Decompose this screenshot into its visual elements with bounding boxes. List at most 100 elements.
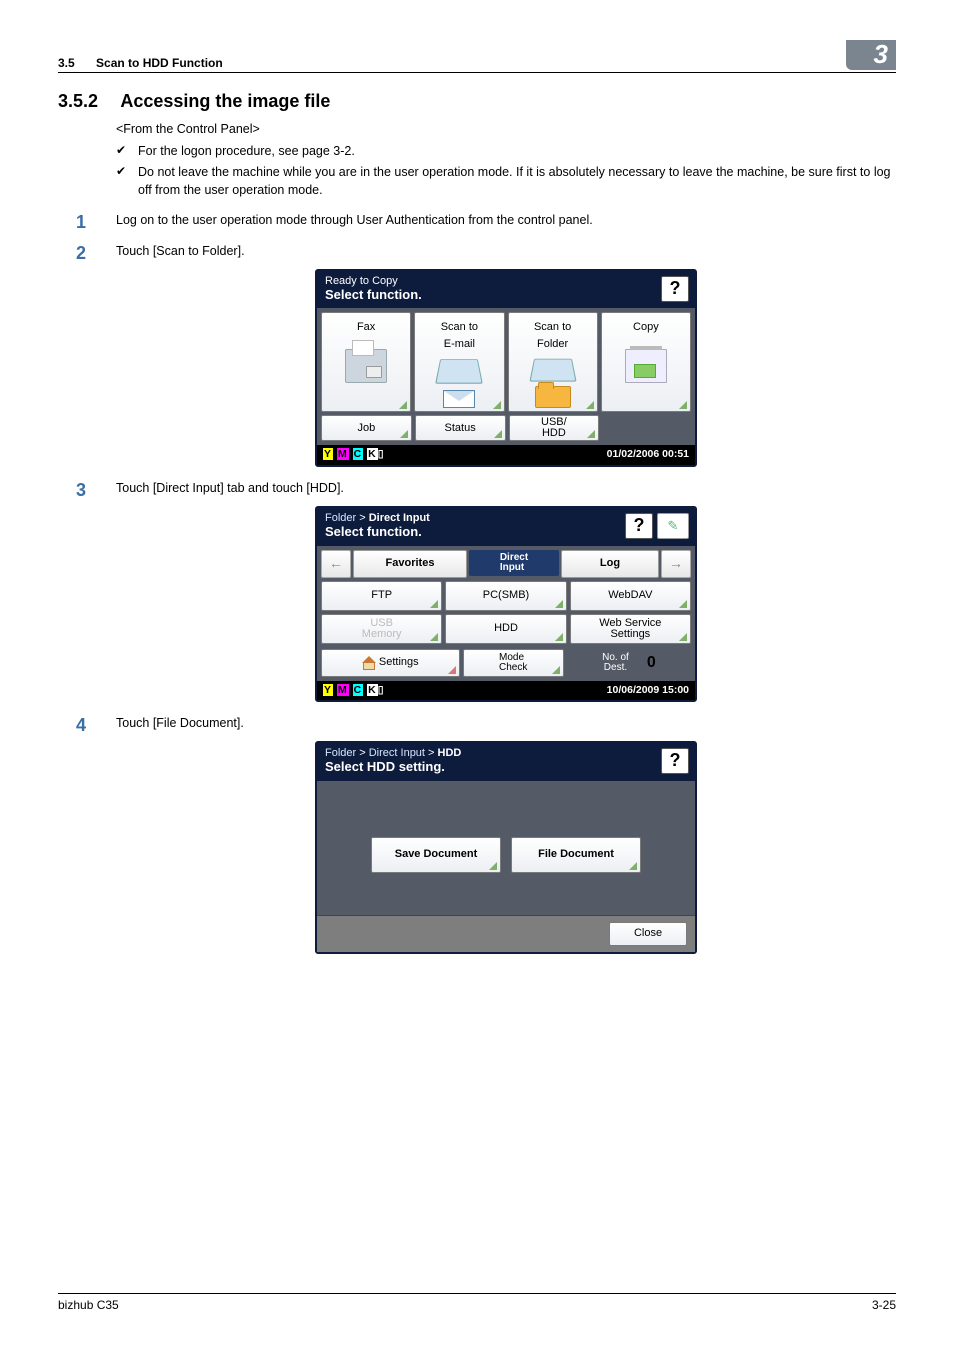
dest-counter: No. of Dest. 0 [567, 649, 691, 677]
log-tab[interactable]: Log [561, 550, 659, 578]
scan-to-email-button[interactable]: Scan to E-mail [414, 312, 504, 412]
close-bar: Close [317, 915, 695, 952]
home-icon [362, 656, 376, 670]
tab-bar: ← Favorites Direct Input Log → [321, 550, 691, 578]
button-label: FTP [371, 587, 392, 604]
counter-label: No. of Dest. [602, 653, 629, 673]
file-document-button[interactable]: File Document [511, 837, 641, 873]
section-label: 3.5 Scan to HDD Function [58, 56, 223, 70]
button-label: File Document [538, 846, 614, 863]
copy-button[interactable]: Copy [601, 312, 691, 412]
step-text: Touch [Scan to Folder]. [116, 244, 245, 258]
usb-memory-button[interactable]: USB Memory [321, 614, 442, 644]
prev-arrow-button[interactable]: ← [321, 550, 351, 578]
procedure-steps: 1 Log on to the user operation mode thro… [58, 211, 896, 953]
panel-header: Folder > Direct Input Select function. ?… [317, 508, 695, 546]
tab-label: Direct Input [500, 553, 528, 573]
button-label: Scan to Folder [534, 319, 571, 352]
prompt-line: Select function. [325, 288, 657, 303]
button-label: USB Memory [362, 618, 402, 640]
breadcrumb: Folder > Direct Input [325, 512, 621, 525]
scan-to-folder-button[interactable]: Scan to Folder [508, 312, 598, 412]
status-line: Ready to Copy [325, 275, 657, 288]
web-service-settings-button[interactable]: Web Service Settings [570, 614, 691, 644]
settings-button[interactable]: Settings [321, 649, 460, 677]
status-button[interactable]: Status [415, 415, 506, 441]
folder-icon [535, 386, 571, 408]
job-button[interactable]: Job [321, 415, 412, 441]
fax-button[interactable]: Fax [321, 312, 411, 412]
step-3: 3 Touch [Direct Input] tab and touch [HD… [58, 479, 896, 702]
close-button[interactable]: Close [609, 922, 687, 946]
button-label: Status [445, 420, 476, 437]
button-label: Settings [379, 654, 419, 671]
mode-check-button[interactable]: Mode Check [463, 649, 564, 677]
checklist: For the logon procedure, see page 3-2. D… [116, 142, 896, 199]
checklist-item: For the logon procedure, see page 3-2. [116, 142, 896, 160]
step-text: Touch [File Document]. [116, 716, 244, 730]
step-text: Log on to the user operation mode throug… [116, 213, 593, 227]
scanner-icon [436, 360, 483, 384]
section-title: Scan to HDD Function [96, 56, 223, 70]
save-document-button[interactable]: Save Document [371, 837, 501, 873]
usb-hdd-button[interactable]: USB/ HDD [509, 415, 600, 441]
section-number: 3.5 [58, 56, 75, 70]
context-subtitle: <From the Control Panel> [116, 122, 896, 136]
datetime: 10/06/2009 15:00 [607, 683, 689, 699]
button-label: Close [634, 925, 662, 942]
button-label: USB/ HDD [541, 417, 567, 439]
panel-header: Ready to Copy Select function. ? [317, 271, 695, 309]
panel-footer: Y M C K▯ 01/02/2006 00:51 [317, 445, 695, 465]
button-label: Job [358, 420, 376, 437]
step-number: 1 [76, 209, 86, 236]
options-icon[interactable]: ✎ [657, 513, 689, 539]
step-number: 2 [76, 240, 86, 267]
subsection-number: 3.5.2 [58, 91, 116, 112]
direct-input-tab[interactable]: Direct Input [469, 550, 559, 576]
button-label: PC(SMB) [483, 587, 529, 604]
scanner-icon [529, 359, 576, 382]
breadcrumb: Folder > Direct Input > HDD [325, 747, 657, 760]
webdav-button[interactable]: WebDAV [570, 581, 691, 611]
page-header: 3.5 Scan to HDD Function 3 [58, 40, 896, 73]
button-label: Mode Check [499, 653, 527, 673]
button-label: Fax [357, 319, 375, 336]
control-panel-screenshot-3: Folder > Direct Input > HDD Select HDD s… [315, 741, 697, 954]
step-2: 2 Touch [Scan to Folder]. Ready to Copy … [58, 242, 896, 467]
tab-label: Log [600, 555, 620, 572]
subsection-title: Accessing the image file [120, 91, 330, 111]
button-label: Web Service Settings [599, 618, 661, 640]
toner-indicator: Y M C K▯ [323, 683, 385, 699]
ftp-button[interactable]: FTP [321, 581, 442, 611]
checklist-item: Do not leave the machine while you are i… [116, 163, 896, 199]
panel-footer: Y M C K▯ 10/06/2009 15:00 [317, 681, 695, 701]
datetime: 01/02/2006 00:51 [607, 447, 689, 463]
step-1: 1 Log on to the user operation mode thro… [58, 211, 896, 230]
page-footer: bizhub C35 3-25 [58, 1293, 896, 1312]
mail-icon [443, 390, 475, 408]
chapter-badge: 3 [846, 40, 896, 70]
tab-label: Favorites [386, 555, 435, 572]
help-icon[interactable]: ? [625, 513, 653, 539]
counter-value: 0 [647, 651, 656, 675]
button-label: HDD [494, 620, 518, 637]
copy-icon [625, 349, 667, 383]
button-label: Copy [633, 319, 659, 336]
prompt-line: Select function. [325, 525, 621, 540]
control-panel-screenshot-2: Folder > Direct Input Select function. ?… [315, 506, 697, 702]
next-arrow-button[interactable]: → [661, 550, 691, 578]
control-panel-screenshot-1: Ready to Copy Select function. ? Fax Sca… [315, 269, 697, 467]
step-number: 4 [76, 712, 86, 739]
prompt-line: Select HDD setting. [325, 760, 657, 775]
pc-smb-button[interactable]: PC(SMB) [445, 581, 566, 611]
step-4: 4 Touch [File Document]. Folder > Direct… [58, 714, 896, 953]
button-label: Scan to E-mail [441, 319, 478, 352]
button-label: Save Document [395, 846, 478, 863]
footer-right: 3-25 [872, 1298, 896, 1312]
favorites-tab[interactable]: Favorites [353, 550, 467, 578]
help-icon[interactable]: ? [661, 748, 689, 774]
hdd-button[interactable]: HDD [445, 614, 566, 644]
step-number: 3 [76, 477, 86, 504]
fax-icon [345, 349, 387, 383]
help-icon[interactable]: ? [661, 276, 689, 302]
